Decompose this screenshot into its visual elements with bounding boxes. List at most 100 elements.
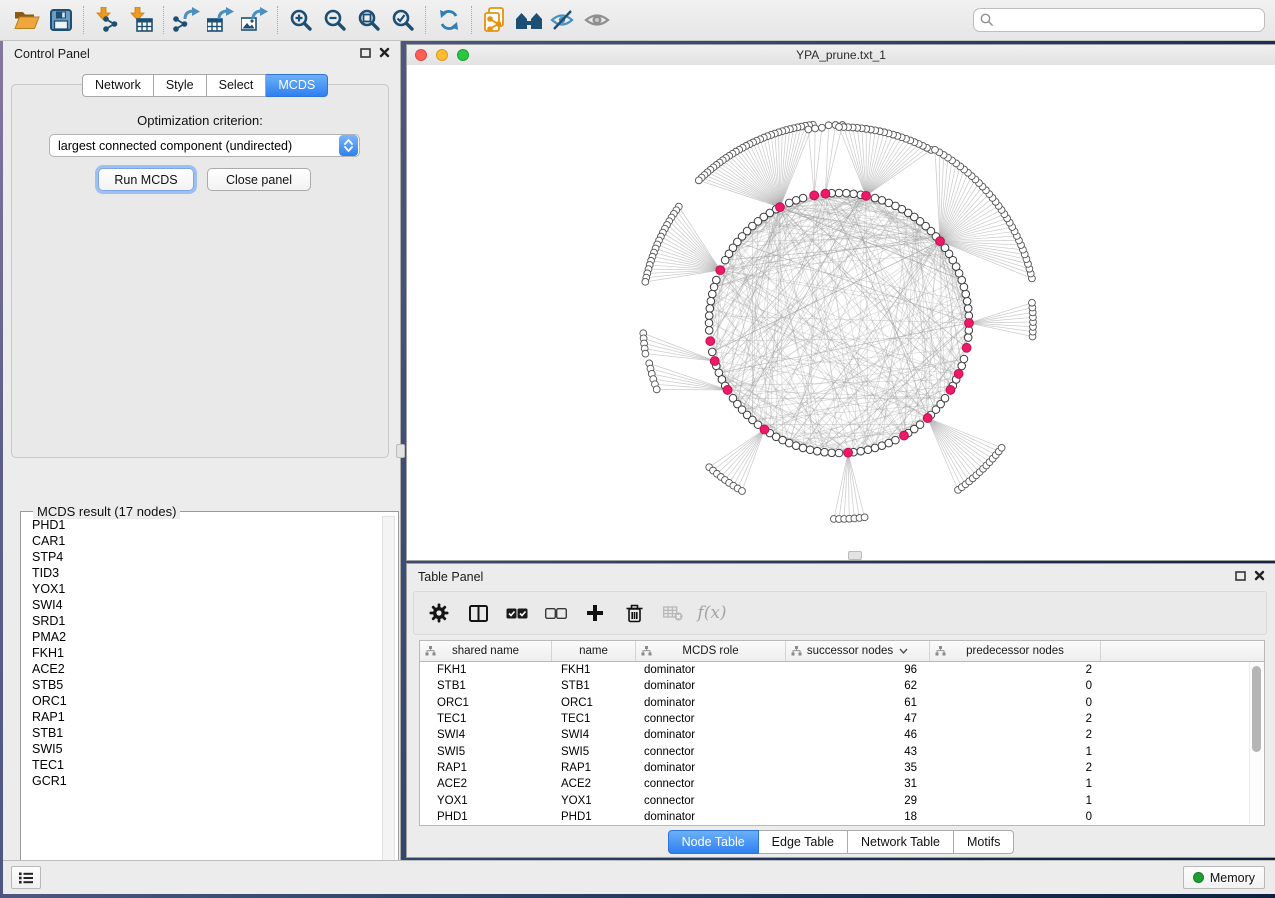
cell-name[interactable]: SWI5 [552, 746, 636, 758]
mcds-result-item[interactable]: YOX1 [25, 581, 381, 597]
table-row[interactable]: STB1STB1dominator620 [420, 678, 1264, 694]
network-leaf-node[interactable] [932, 146, 939, 153]
cell-name[interactable]: STB1 [552, 680, 636, 692]
column-header-shared-name[interactable]: shared name [420, 641, 552, 661]
mcds-hub-node[interactable] [810, 191, 819, 200]
network-node[interactable] [806, 446, 814, 454]
network-leaf-node[interactable] [642, 278, 649, 285]
network-node[interactable] [799, 444, 807, 452]
table-scrollbar[interactable] [1249, 662, 1263, 824]
cell-name[interactable]: RAP1 [552, 762, 636, 774]
network-node[interactable] [712, 276, 720, 284]
network-leaf-node[interactable] [642, 350, 649, 357]
network-node[interactable] [878, 196, 886, 204]
cell-predecessor-nodes[interactable]: 0 [930, 811, 1101, 823]
mcds-result-item[interactable]: CAR1 [25, 533, 381, 549]
mcds-result-item[interactable]: STB1 [25, 725, 381, 741]
network-node[interactable] [828, 449, 836, 457]
cell-predecessor-nodes[interactable]: 1 [930, 778, 1101, 790]
network-node[interactable] [958, 362, 966, 370]
cell-successor-nodes[interactable]: 61 [786, 697, 930, 709]
cell-predecessor-nodes[interactable]: 1 [930, 795, 1101, 807]
tab-edge-table[interactable]: Edge Table [759, 830, 848, 854]
tab-network-table[interactable]: Network Table [848, 830, 954, 854]
cell-MCDS-role[interactable]: connector [636, 713, 786, 725]
cell-MCDS-role[interactable]: dominator [636, 729, 786, 741]
table-row[interactable]: PHD1PHD1dominator180 [420, 809, 1264, 825]
cell-predecessor-nodes[interactable]: 1 [930, 746, 1101, 758]
cell-MCDS-role[interactable]: dominator [636, 680, 786, 692]
cell-predecessor-nodes[interactable]: 2 [930, 713, 1101, 725]
mcds-hub-node[interactable] [844, 448, 853, 457]
network-node[interactable] [892, 436, 900, 444]
mcds-result-scrollbar[interactable] [382, 516, 395, 879]
zoom-fit-icon[interactable] [352, 5, 386, 35]
mcds-result-item[interactable]: SWI4 [25, 597, 381, 613]
mcds-result-item[interactable]: PHD1 [25, 517, 381, 533]
network-node[interactable] [871, 194, 879, 202]
cell-successor-nodes[interactable]: 47 [786, 713, 930, 725]
hide-selected-icon[interactable] [546, 5, 580, 35]
mcds-result-item[interactable]: SWI5 [25, 741, 381, 757]
cell-shared-name[interactable]: FKH1 [420, 664, 552, 676]
tab-mcds[interactable]: MCDS [266, 74, 328, 97]
table-scrollbar-thumb[interactable] [1252, 666, 1261, 752]
column-header-successor-nodes[interactable]: successor nodes [786, 641, 930, 661]
column-header-MCDS-role[interactable]: MCDS role [636, 641, 786, 661]
cell-successor-nodes[interactable]: 46 [786, 729, 930, 741]
network-node[interactable] [964, 305, 972, 313]
mcds-hub-node[interactable] [965, 319, 974, 328]
tab-motifs[interactable]: Motifs [954, 830, 1014, 854]
cell-MCDS-role[interactable]: connector [636, 778, 786, 790]
columns-icon[interactable] [465, 600, 491, 626]
import-network-icon[interactable] [90, 5, 124, 35]
mcds-result-item[interactable]: SRD1 [25, 613, 381, 629]
cell-predecessor-nodes[interactable]: 0 [930, 680, 1101, 692]
cell-name[interactable]: PHD1 [552, 811, 636, 823]
new-network-from-selection-icon[interactable] [478, 5, 512, 35]
cell-name[interactable]: ORC1 [552, 697, 636, 709]
network-node[interactable] [960, 355, 968, 363]
cell-shared-name[interactable]: SWI5 [420, 746, 552, 758]
zoom-out-icon[interactable] [318, 5, 352, 35]
column-header-predecessor-nodes[interactable]: predecessor nodes [930, 641, 1101, 661]
table-row[interactable]: RAP1RAP1dominator352 [420, 760, 1264, 776]
network-leaf-node[interactable] [812, 125, 819, 132]
gear-icon[interactable] [426, 600, 452, 626]
cell-shared-name[interactable]: SWI4 [420, 729, 552, 741]
cell-successor-nodes[interactable]: 31 [786, 778, 930, 790]
mcds-hub-node[interactable] [954, 369, 963, 378]
table-row[interactable]: ACE2ACE2connector311 [420, 776, 1264, 792]
network-titlebar[interactable]: YPA_prune.txt_1 [407, 45, 1275, 66]
network-leaf-node[interactable] [739, 488, 746, 495]
cell-shared-name[interactable]: STB1 [420, 680, 552, 692]
network-leaf-node[interactable] [861, 514, 868, 521]
mcds-hub-node[interactable] [706, 337, 715, 346]
trash-icon[interactable] [621, 600, 647, 626]
network-node[interactable] [705, 319, 713, 327]
import-table-icon[interactable] [124, 5, 158, 35]
cell-shared-name[interactable]: ORC1 [420, 697, 552, 709]
mcds-result-item[interactable]: TID3 [25, 565, 381, 581]
tab-select[interactable]: Select [207, 74, 267, 97]
network-node[interactable] [871, 444, 879, 452]
open-file-icon[interactable] [10, 5, 44, 35]
mcds-result-item[interactable]: STP4 [25, 549, 381, 565]
mcds-result-item[interactable]: TEC1 [25, 757, 381, 773]
cell-name[interactable]: SWI4 [552, 729, 636, 741]
close-table-panel-icon[interactable] [1254, 570, 1265, 581]
cell-predecessor-nodes[interactable]: 2 [930, 762, 1101, 774]
zoom-in-icon[interactable] [284, 5, 318, 35]
cell-successor-nodes[interactable]: 29 [786, 795, 930, 807]
float-panel-icon[interactable] [360, 48, 371, 58]
network-node[interactable] [941, 394, 949, 402]
cell-MCDS-role[interactable]: dominator [636, 697, 786, 709]
mcds-hub-node[interactable] [760, 425, 769, 434]
criterion-dropdown[interactable]: largest connected component (undirected) [49, 134, 360, 157]
network-node[interactable] [705, 326, 713, 334]
network-node[interactable] [705, 312, 713, 320]
deselect-all-icon[interactable] [543, 600, 569, 626]
cell-name[interactable]: YOX1 [552, 795, 636, 807]
network-leaf-node[interactable] [998, 444, 1005, 451]
network-node[interactable] [785, 199, 793, 207]
